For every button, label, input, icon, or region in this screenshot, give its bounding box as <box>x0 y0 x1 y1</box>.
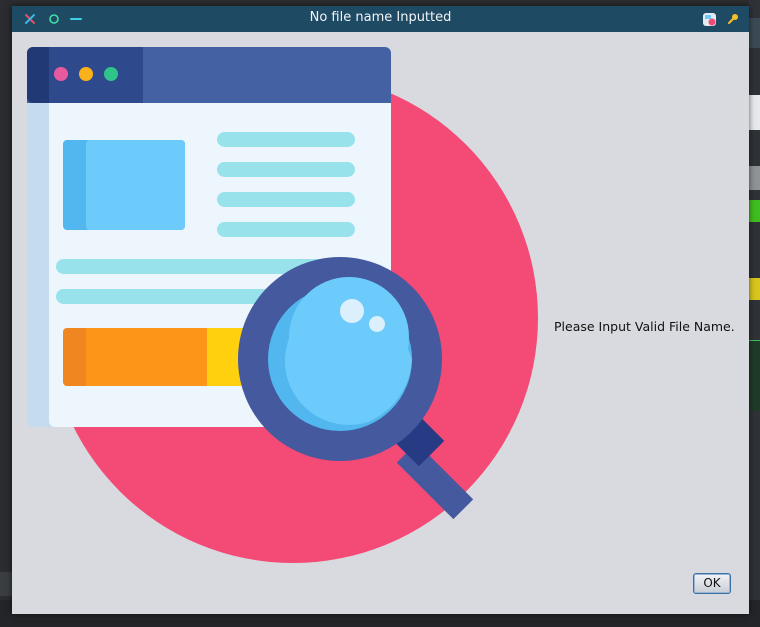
pin-button[interactable] <box>725 11 741 27</box>
background-app-panel <box>749 95 760 130</box>
dialog-title: No file name Inputted <box>309 10 452 25</box>
message-dialog: No file name Inputted Please Input Valid… <box>12 6 749 614</box>
window-dot-red <box>54 67 68 81</box>
app-menu-button[interactable] <box>701 11 717 27</box>
pin-icon <box>728 14 738 24</box>
message-text: Please Input Valid File Name. <box>554 319 735 334</box>
dialog-content: Please Input Valid File Name. OK <box>12 32 749 614</box>
ok-button[interactable]: OK <box>693 573 731 594</box>
window-dot-green <box>104 67 118 81</box>
app-icon <box>702 12 716 26</box>
background-app-panel <box>749 340 760 411</box>
dialog-titlebar: No file name Inputted <box>12 6 749 32</box>
window-dot-yellow <box>79 67 93 81</box>
background-app-left-bar <box>0 572 12 596</box>
background-app-field <box>749 166 760 190</box>
file-search-illustration <box>27 47 538 563</box>
background-app-button <box>749 200 760 222</box>
background-app-left <box>0 0 12 627</box>
background-app-panel <box>749 18 760 48</box>
background-app-button <box>749 278 760 300</box>
